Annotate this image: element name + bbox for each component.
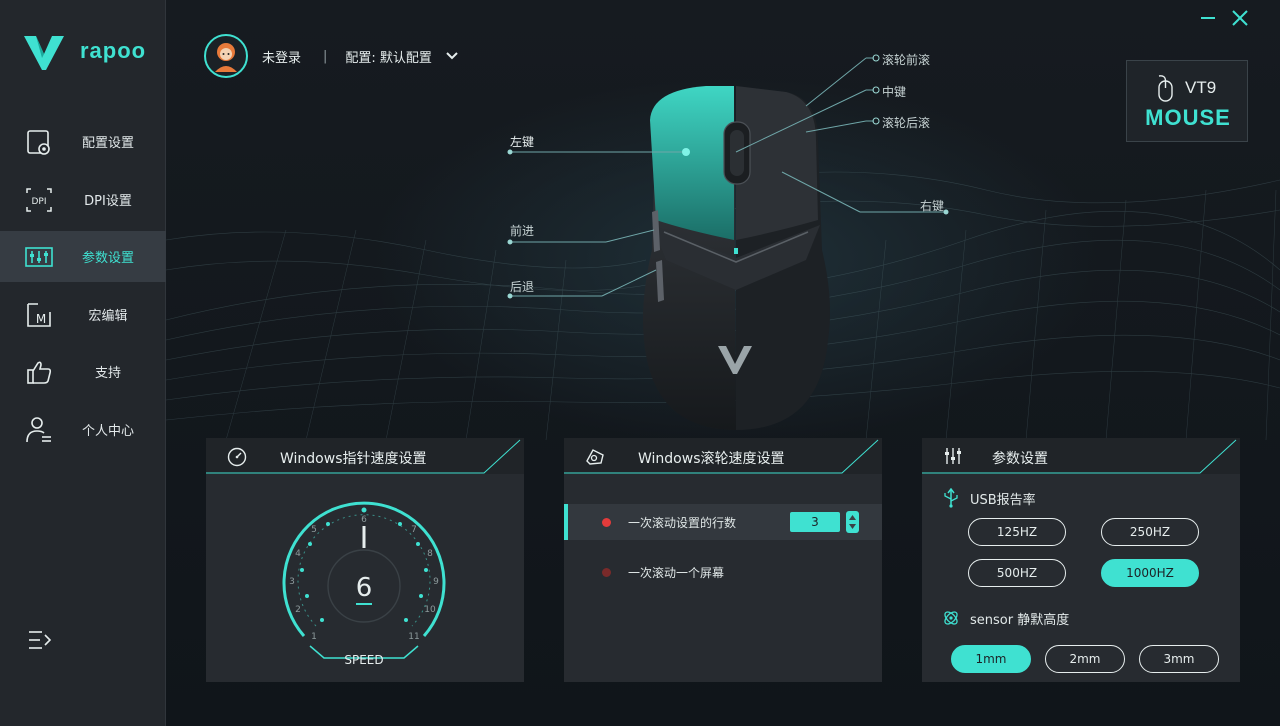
panel-title: 参数设置 (992, 451, 1048, 467)
sidebar-item-profile-settings[interactable]: 配置设置 (0, 116, 166, 167)
usb-rate-label: USB报告率 (970, 492, 1036, 508)
panel-title: Windows指针速度设置 (280, 451, 427, 467)
panel-header: Windows滚轮速度设置 (564, 438, 882, 474)
pointer-speed-panel: Windows指针速度设置 1 2 3 4 5 6 7 8 9 10 11 6 … (206, 438, 524, 682)
brand-wordmark: rapoo (80, 38, 147, 63)
usb-rate-125-button[interactable]: 125HZ (968, 518, 1066, 546)
panel-header: Windows指针速度设置 (206, 438, 524, 474)
gauge-tick-label: 6 (361, 515, 367, 525)
sidebar-item-label: 个人中心 (81, 424, 134, 439)
gauge-tick-label: 3 (289, 577, 295, 587)
speedometer-icon (227, 447, 247, 467)
macro-icon-text: M (36, 312, 46, 326)
radio-selected-icon[interactable] (602, 518, 611, 527)
panel-header: 参数设置 (922, 438, 1240, 474)
gauge-tick-label: 4 (295, 549, 301, 559)
scroll-option-lines[interactable]: 一次滚动设置的行数 3 (564, 504, 882, 540)
usb-rate-heading: USB报告率 (942, 488, 1036, 508)
equalizer-icon (945, 448, 961, 464)
gauge-tick-label: 9 (433, 577, 439, 587)
sidebar-item-label: 宏编辑 (88, 309, 128, 324)
sidebar-item-support[interactable]: 支持 (0, 346, 166, 397)
brand-logo: rapoo (22, 32, 152, 72)
macro-icon: M (27, 303, 51, 327)
gauge-tick-label: 5 (311, 525, 317, 535)
app-window: rapoo 配置设置 DPI DPI设置 参数设置 M 宏编辑 支持 个人中心 … (0, 0, 1280, 726)
scroll-option-label: 一次滚动设置的行数 (628, 516, 737, 530)
parameters-icon (25, 247, 53, 267)
lod-2mm-button[interactable]: 2mm (1045, 645, 1125, 673)
lines-per-scroll-input[interactable]: 3 (790, 512, 840, 532)
gauge-tick-label: 1 (311, 632, 317, 642)
panel-title: Windows滚轮速度设置 (638, 451, 785, 467)
sidebar-item-dpi[interactable]: DPI DPI设置 (0, 174, 166, 225)
thumbs-up-icon (27, 361, 52, 384)
sidebar: rapoo 配置设置 DPI DPI设置 参数设置 M 宏编辑 支持 个人中心 (0, 0, 166, 726)
callout-middle-button[interactable]: 中键 (882, 83, 906, 100)
gauge-tick-label: 10 (424, 605, 436, 615)
user-center-icon (26, 417, 51, 443)
parameters-panel: 参数设置 USB报告率 125HZ 250HZ 500HZ 1000HZ sen… (922, 438, 1240, 682)
dpi-icon: DPI (26, 188, 52, 212)
callout-forward[interactable]: 前进 (510, 222, 534, 239)
mouse-illustration (507, 54, 949, 430)
scroll-speed-panel: Windows滚轮速度设置 一次滚动设置的行数 3 一次滚动一个屏幕 (564, 438, 882, 682)
lod-1mm-button[interactable]: 1mm (951, 645, 1031, 673)
sidebar-item-user-center[interactable]: 个人中心 (0, 404, 166, 455)
gauge-tick-label: 11 (408, 632, 419, 642)
speed-label: SPEED (344, 653, 383, 667)
speed-gauge[interactable]: 1 2 3 4 5 6 7 8 9 10 11 6 SPEED (264, 486, 464, 676)
main-content: 未登录 | 配置: 默认配置 VT9 MOUSE 左键 前进 后退 滚轮前滚 中… (166, 0, 1280, 726)
usb-rate-500-button[interactable]: 500HZ (968, 559, 1066, 587)
lod-3mm-button[interactable]: 3mm (1139, 645, 1219, 673)
usb-icon (944, 488, 958, 508)
sidebar-item-parameters[interactable]: 参数设置 (0, 231, 166, 282)
callout-scroll-down[interactable]: 滚轮后滚 (882, 114, 930, 131)
sidebar-item-label: 支持 (94, 366, 121, 381)
sidebar-item-macro[interactable]: M 宏编辑 (0, 289, 166, 340)
scroll-wheel-icon (586, 449, 604, 465)
callout-scroll-up[interactable]: 滚轮前滚 (882, 51, 930, 68)
usb-rate-1000-button[interactable]: 1000HZ (1101, 559, 1199, 587)
radio-unselected-icon[interactable] (602, 568, 611, 577)
profile-settings-icon (27, 130, 50, 155)
sidebar-item-label: DPI设置 (84, 194, 132, 209)
scroll-option-label: 一次滚动一个屏幕 (628, 566, 725, 580)
gauge-tick-label: 7 (411, 525, 417, 535)
scroll-option-screen[interactable]: 一次滚动一个屏幕 (564, 554, 882, 590)
mouse-button-map: 左键 前进 后退 滚轮前滚 中键 滚轮后滚 右键 (166, 0, 1280, 440)
usb-rate-250-button[interactable]: 250HZ (1101, 518, 1199, 546)
gauge-tick-label: 2 (295, 605, 301, 615)
callout-right-button[interactable]: 右键 (920, 197, 944, 214)
panel-header-decor (922, 439, 1237, 474)
speed-value: 6 (356, 573, 373, 603)
callout-left-button[interactable]: 左键 (510, 133, 534, 150)
callout-back[interactable]: 后退 (510, 278, 534, 295)
gauge-tick-label: 8 (427, 549, 433, 559)
stepper-arrows-icon[interactable] (846, 511, 859, 533)
lod-heading: sensor 静默高度 (942, 608, 1069, 628)
dpi-icon-text: DPI (31, 197, 46, 207)
rapoo-v-logo-icon (24, 36, 64, 70)
sidebar-item-label: 参数设置 (81, 251, 134, 266)
sensor-icon (944, 611, 958, 625)
sidebar-item-label: 配置设置 (81, 136, 134, 151)
menu-collapse-icon[interactable] (26, 626, 54, 654)
lod-label: sensor 静默高度 (970, 612, 1070, 628)
